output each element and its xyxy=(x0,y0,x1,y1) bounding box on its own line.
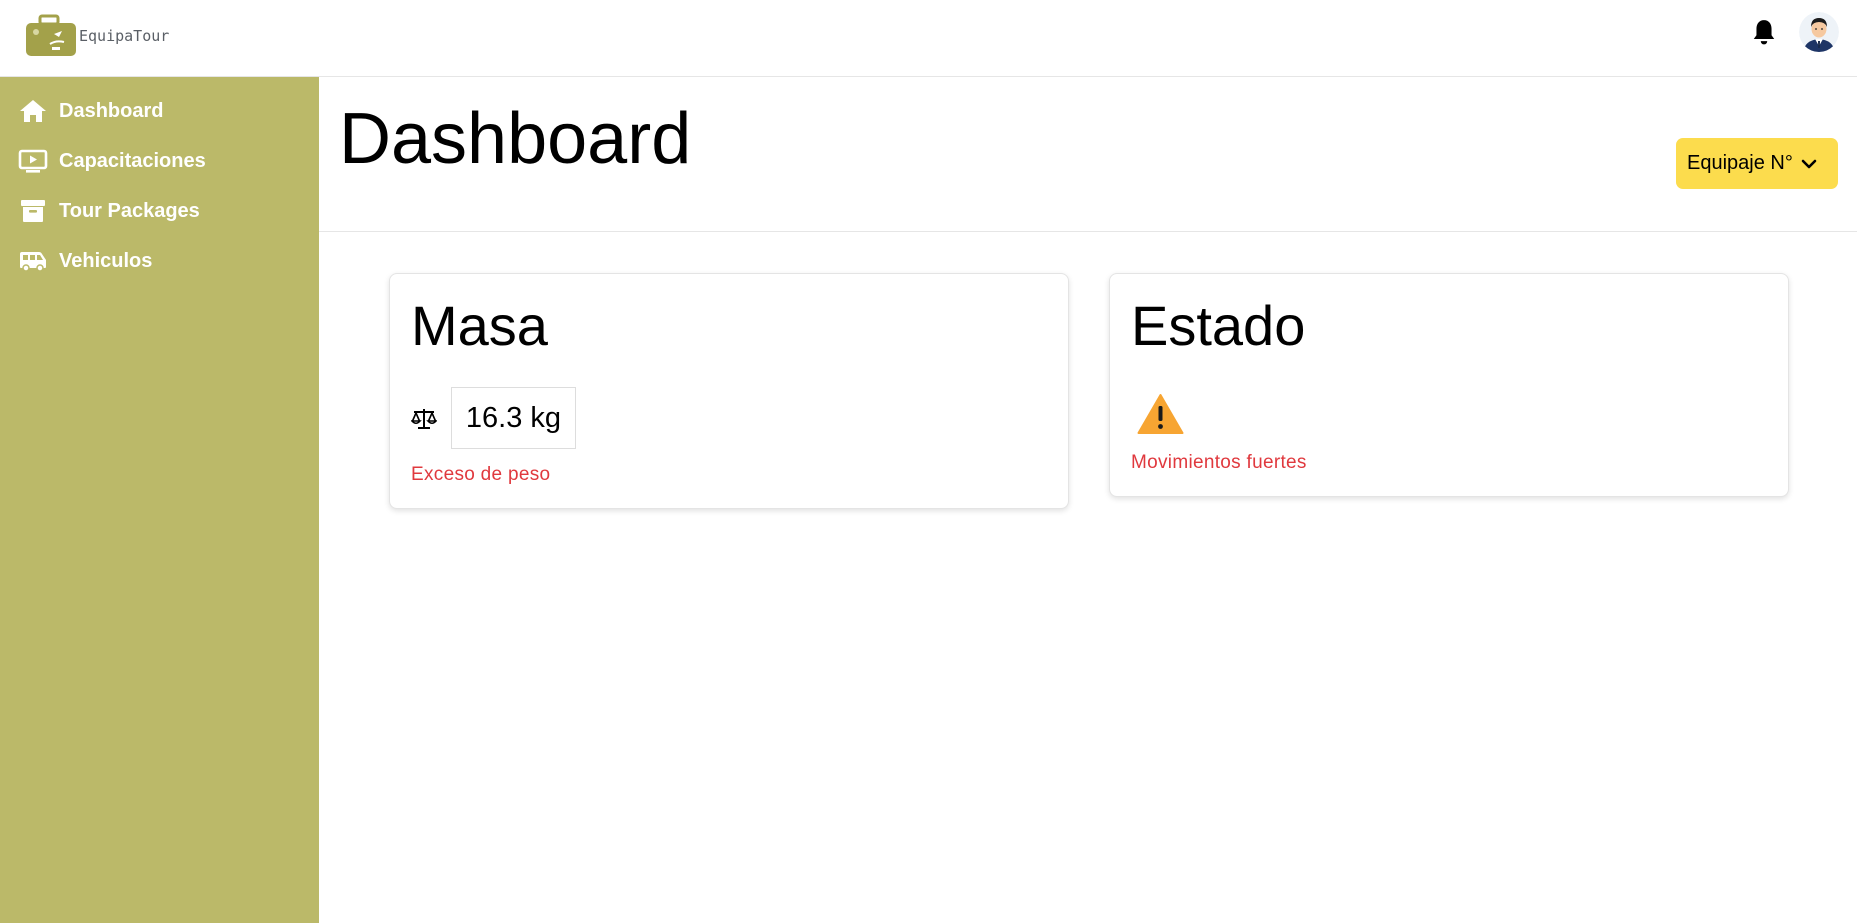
mass-card-title: Masa xyxy=(411,294,548,357)
archive-icon xyxy=(21,200,45,222)
sidebar-item-label: Tour Packages xyxy=(59,199,200,222)
user-avatar[interactable] xyxy=(1799,12,1839,52)
bus-icon xyxy=(20,252,46,272)
page-title: Dashboard xyxy=(339,99,692,179)
sidebar-item-label: Vehiculos xyxy=(59,249,153,272)
mass-value: 16.3 kg xyxy=(451,387,576,449)
sidebar-item-vehiculos[interactable]: Vehiculos xyxy=(18,245,152,277)
bell-icon[interactable] xyxy=(1751,18,1777,46)
state-card-title: Estado xyxy=(1131,294,1306,357)
home-icon xyxy=(20,100,46,122)
sidebar-item-label: Capacitaciones xyxy=(59,149,206,172)
state-card: Estado Movimientos fuertes xyxy=(1109,273,1789,497)
sidebar: Dashboard Capacitaciones Tour Packages V… xyxy=(0,77,319,923)
sidebar-item-tour-packages[interactable]: Tour Packages xyxy=(18,195,200,227)
top-bar: EquipaTour xyxy=(0,0,1857,77)
warning-icon xyxy=(1137,394,1184,434)
brand-name: EquipaTour xyxy=(79,27,170,45)
mass-alert-text: Exceso de peso xyxy=(411,464,551,485)
chevron-down-icon xyxy=(1801,159,1817,168)
sidebar-item-label: Dashboard xyxy=(59,99,164,122)
page-header: Dashboard Equipaje N° xyxy=(319,77,1857,232)
scale-icon xyxy=(411,409,437,429)
brand[interactable]: EquipaTour xyxy=(24,14,169,58)
sidebar-item-dashboard[interactable]: Dashboard xyxy=(18,95,163,127)
suitcase-logo-icon xyxy=(26,14,76,56)
state-alert-text: Movimientos fuertes xyxy=(1131,452,1307,473)
mass-card: Masa 16.3 kg Exceso de peso xyxy=(389,273,1069,509)
luggage-select-label: Equipaje N° xyxy=(1687,152,1793,174)
video-icon xyxy=(18,149,48,173)
sidebar-item-capacitaciones[interactable]: Capacitaciones xyxy=(18,145,206,177)
luggage-select-button[interactable]: Equipaje N° xyxy=(1676,138,1838,189)
